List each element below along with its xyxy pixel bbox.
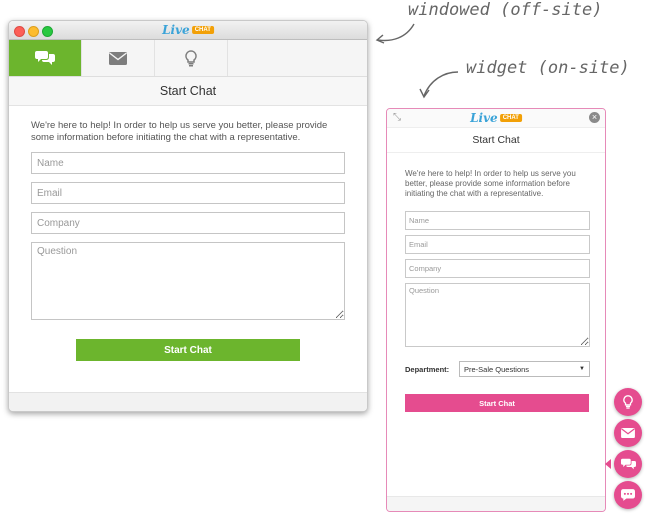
knowledge-launcher-button[interactable] bbox=[614, 388, 642, 416]
tab-email[interactable] bbox=[82, 40, 155, 76]
arrow-windowed-icon bbox=[375, 23, 415, 44]
envelope-icon bbox=[621, 428, 635, 438]
widget-topbar: ⤡ Live CHAT × bbox=[387, 109, 605, 128]
arrow-widget-icon bbox=[419, 71, 459, 99]
window-tabs bbox=[9, 40, 367, 77]
widget-intro-text: We're here to help! In order to help us … bbox=[405, 169, 576, 198]
chat-launcher-button[interactable] bbox=[614, 450, 642, 478]
department-row: Department: Pre-Sale Questions ▼ bbox=[405, 361, 590, 377]
widget-chat-panel: ⤡ Live CHAT × Start Chat We're here to h… bbox=[386, 108, 606, 512]
window-footer bbox=[9, 392, 367, 411]
speech-dots-icon bbox=[621, 489, 635, 501]
active-launcher-pointer bbox=[605, 459, 611, 469]
department-selected-value: Pre-Sale Questions bbox=[464, 364, 530, 374]
window-prechat-form: Start Chat bbox=[31, 152, 345, 361]
chat-bubbles-icon bbox=[35, 51, 55, 65]
minimize-window-button[interactable] bbox=[28, 26, 39, 37]
window-intro-text: We're here to help! In order to help us … bbox=[31, 120, 328, 143]
envelope-icon bbox=[109, 51, 127, 65]
message-launcher-button[interactable] bbox=[614, 481, 642, 509]
widget-prechat-form: Department: Pre-Sale Questions ▼ Start C… bbox=[405, 211, 590, 412]
widget-footer bbox=[387, 496, 605, 511]
question-field[interactable] bbox=[31, 242, 345, 320]
livechat-logo: Live CHAT bbox=[470, 111, 522, 125]
tab-knowledge[interactable] bbox=[155, 40, 228, 76]
company-field[interactable] bbox=[31, 212, 345, 234]
email-launcher-button[interactable] bbox=[614, 419, 642, 447]
close-window-button[interactable] bbox=[14, 26, 25, 37]
email-field[interactable] bbox=[405, 235, 590, 254]
windowed-chat-window: Live CHAT Start Chat We're here to help!… bbox=[8, 20, 368, 412]
start-chat-button[interactable]: Start Chat bbox=[76, 339, 300, 361]
annotation-windowed: windowed (off-site) bbox=[408, 0, 603, 20]
expand-icon[interactable]: ⤡ bbox=[393, 112, 401, 123]
zoom-window-button[interactable] bbox=[42, 26, 53, 37]
widget-header-title: Start Chat bbox=[387, 128, 605, 153]
question-field[interactable] bbox=[405, 283, 590, 347]
email-field[interactable] bbox=[31, 182, 345, 204]
close-icon[interactable]: × bbox=[589, 112, 600, 123]
chat-bubbles-icon bbox=[620, 458, 636, 470]
department-select[interactable]: Pre-Sale Questions ▼ bbox=[459, 361, 590, 377]
dropdown-arrow-icon: ▼ bbox=[579, 366, 585, 372]
tab-chat[interactable] bbox=[9, 40, 82, 76]
name-field[interactable] bbox=[31, 152, 345, 174]
window-titlebar: Live CHAT bbox=[9, 21, 367, 40]
lightbulb-icon bbox=[623, 395, 633, 409]
start-chat-button[interactable]: Start Chat bbox=[405, 394, 589, 412]
annotation-widget: widget (on-site) bbox=[466, 58, 630, 78]
company-field[interactable] bbox=[405, 259, 590, 278]
window-header-title: Start Chat bbox=[9, 77, 367, 106]
lightbulb-icon bbox=[185, 49, 197, 66]
name-field[interactable] bbox=[405, 211, 590, 230]
department-label: Department: bbox=[405, 364, 450, 374]
livechat-logo: Live CHAT bbox=[162, 23, 214, 37]
